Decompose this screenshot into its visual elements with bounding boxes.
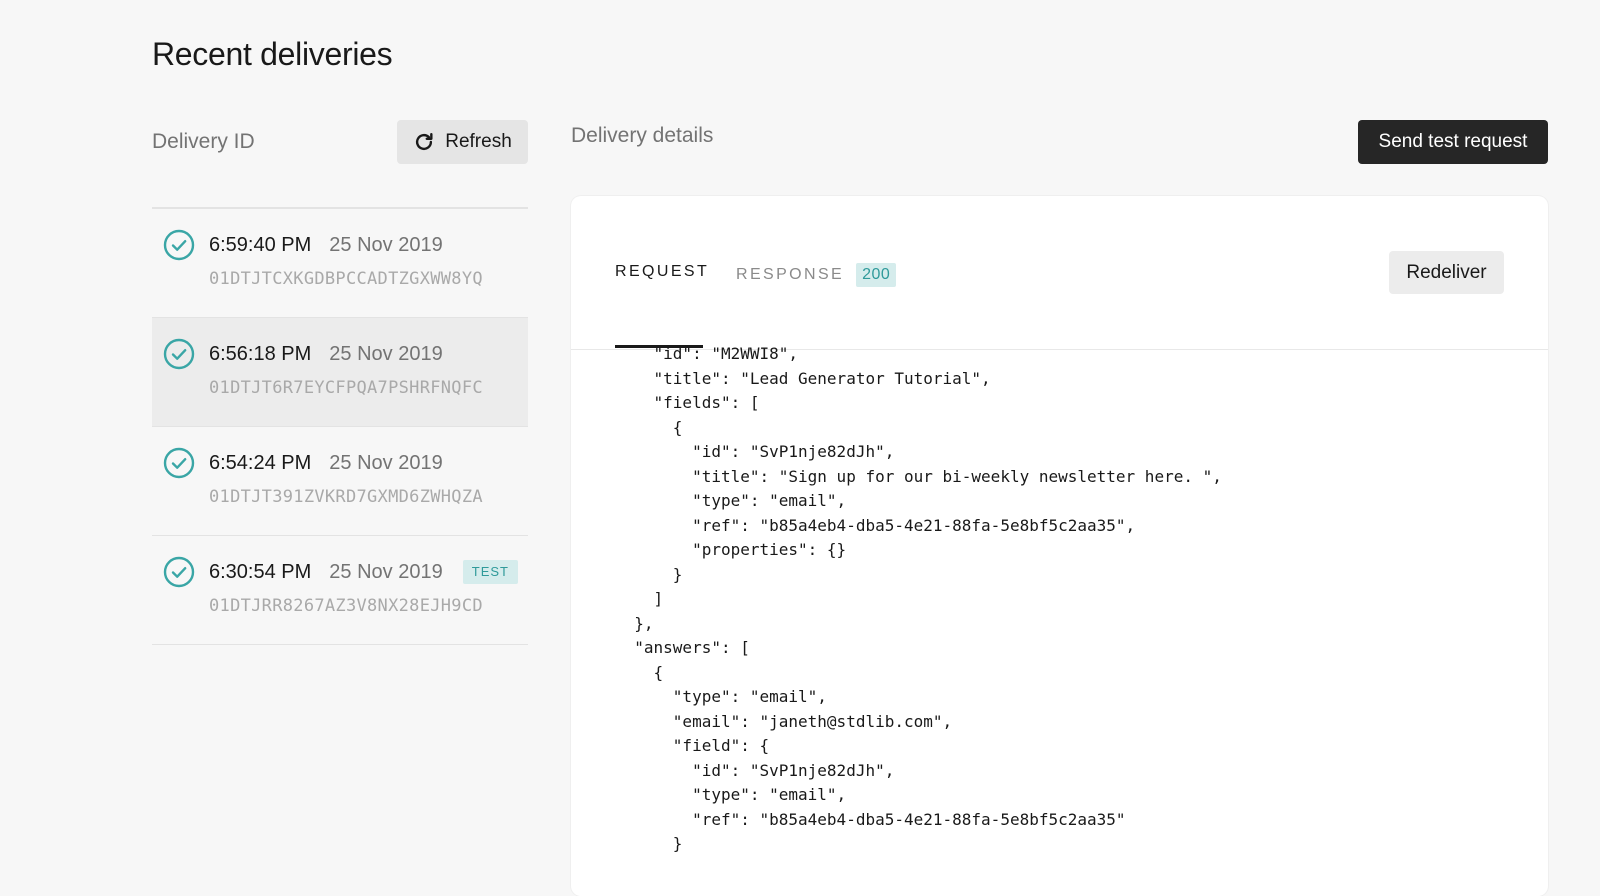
delivery-time: 6:56:18 PM bbox=[209, 342, 312, 365]
delivery-list-column: Delivery ID Refresh 6:59:40 PM 25 Nov 20… bbox=[152, 120, 528, 645]
tab-response-label: RESPONSE bbox=[736, 266, 845, 283]
refresh-button[interactable]: Refresh bbox=[397, 120, 528, 164]
tab-response[interactable]: RESPONSE 200 bbox=[736, 263, 897, 287]
delivery-list: 6:59:40 PM 25 Nov 2019 01DTJTCXKGDBPCCAD… bbox=[152, 207, 528, 645]
delivery-date: 25 Nov 2019 bbox=[329, 560, 443, 583]
details-tabs-bar: REQUEST RESPONSE 200 Redeliver bbox=[571, 196, 1548, 350]
delivery-date: 25 Nov 2019 bbox=[329, 342, 443, 365]
redeliver-button[interactable]: Redeliver bbox=[1389, 251, 1504, 294]
delivery-details-panel: REQUEST RESPONSE 200 Redeliver "id": "M2… bbox=[571, 196, 1548, 896]
send-test-request-button[interactable]: Send test request bbox=[1358, 120, 1548, 164]
delivery-item[interactable]: 6:59:40 PM 25 Nov 2019 01DTJTCXKGDBPCCAD… bbox=[152, 209, 528, 318]
delivery-id: 01DTJT6R7EYCFPQA7PSHRFNQFC bbox=[209, 378, 483, 398]
delivery-item[interactable]: 6:54:24 PM 25 Nov 2019 01DTJT391ZVKRD7GX… bbox=[152, 427, 528, 536]
check-circle-icon bbox=[163, 338, 195, 370]
delivery-time: 6:54:24 PM bbox=[209, 451, 312, 474]
delivery-time: 6:30:54 PM bbox=[209, 560, 312, 583]
page-title: Recent deliveries bbox=[152, 36, 393, 72]
response-status-badge: 200 bbox=[856, 263, 897, 287]
delivery-date: 25 Nov 2019 bbox=[329, 451, 443, 474]
check-circle-icon bbox=[163, 229, 195, 261]
request-body-code: "id": "M2WWI8", "title": "Lead Generator… bbox=[634, 344, 1222, 853]
delivery-item[interactable]: 6:30:54 PM 25 Nov 2019 TEST 01DTJRR8267A… bbox=[152, 536, 528, 645]
check-circle-icon bbox=[163, 447, 195, 479]
delivery-id: 01DTJT391ZVKRD7GXMD6ZWHQZA bbox=[209, 487, 483, 507]
delivery-id: 01DTJTCXKGDBPCCADTZGXWW8YQ bbox=[209, 269, 483, 289]
refresh-label: Refresh bbox=[445, 131, 512, 152]
delivery-id: 01DTJRR8267AZ3V8NX28EJH9CD bbox=[209, 596, 483, 616]
delivery-time: 6:59:40 PM bbox=[209, 233, 312, 256]
check-circle-icon bbox=[163, 556, 195, 588]
refresh-icon bbox=[416, 133, 433, 151]
delivery-item[interactable]: 6:56:18 PM 25 Nov 2019 01DTJT6R7EYCFPQA7… bbox=[152, 318, 528, 427]
tab-request[interactable]: REQUEST bbox=[615, 263, 709, 281]
delivery-list-header: Delivery ID Refresh bbox=[152, 120, 528, 164]
delivery-id-column-label: Delivery ID bbox=[152, 130, 255, 153]
delivery-date: 25 Nov 2019 bbox=[329, 233, 443, 256]
test-badge: TEST bbox=[462, 560, 518, 584]
delivery-details-label: Delivery details bbox=[571, 124, 714, 147]
